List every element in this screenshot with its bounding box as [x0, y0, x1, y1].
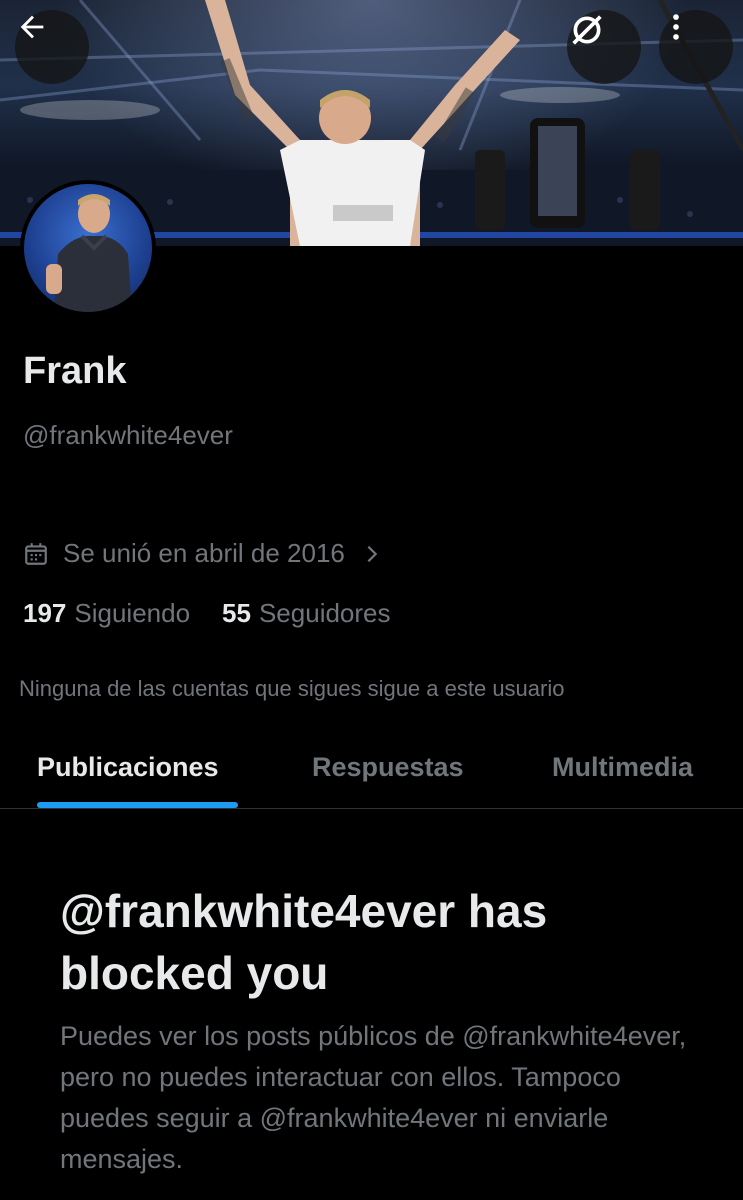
avatar-image: [24, 184, 152, 312]
tab-respuestas[interactable]: Respuestas: [312, 752, 464, 783]
avatar[interactable]: [20, 180, 156, 316]
slash-circle-icon: [572, 15, 602, 45]
joined-date[interactable]: Se unió en abril de 2016: [23, 538, 383, 569]
profile-handle: @frankwhite4ever: [23, 420, 233, 450]
joined-label: Se unió en abril de 2016: [63, 538, 345, 568]
profile-stats: 197 Siguiendo 55 Seguidores: [23, 598, 391, 629]
following-label: Siguiendo: [74, 598, 191, 628]
back-button[interactable]: [15, 10, 89, 84]
blocked-description: Puedes ver los posts públicos de @frankw…: [60, 1021, 687, 1174]
tab-multimedia[interactable]: Multimedia: [552, 752, 693, 783]
chevron-right-icon: [361, 543, 383, 565]
calendar-icon: [23, 541, 49, 567]
blocked-title: @frankwhite4ever has blocked you: [60, 885, 548, 999]
profile-page: Frank @frankwhite4ever Se unió en abril …: [0, 0, 743, 1200]
profile-tabs: Publicaciones Respuestas Multimedia: [0, 736, 743, 809]
followers-label: Seguidores: [258, 598, 391, 628]
arrow-left-icon: [20, 15, 44, 39]
tab-publicaciones[interactable]: Publicaciones: [37, 752, 219, 783]
more-options-button[interactable]: [659, 10, 733, 84]
grok-button[interactable]: [567, 10, 641, 84]
following-count: 197: [23, 598, 67, 628]
following-link[interactable]: 197 Siguiendo: [23, 598, 190, 629]
vertical-dots-icon: [673, 14, 679, 40]
followers-link[interactable]: 55 Seguidores: [222, 598, 390, 629]
active-tab-indicator: [37, 802, 238, 808]
profile-name: Frank: [23, 350, 127, 392]
followers-count: 55: [222, 598, 251, 628]
followers-you-know-note: Ninguna de las cuentas que sigues sigue …: [19, 676, 565, 701]
